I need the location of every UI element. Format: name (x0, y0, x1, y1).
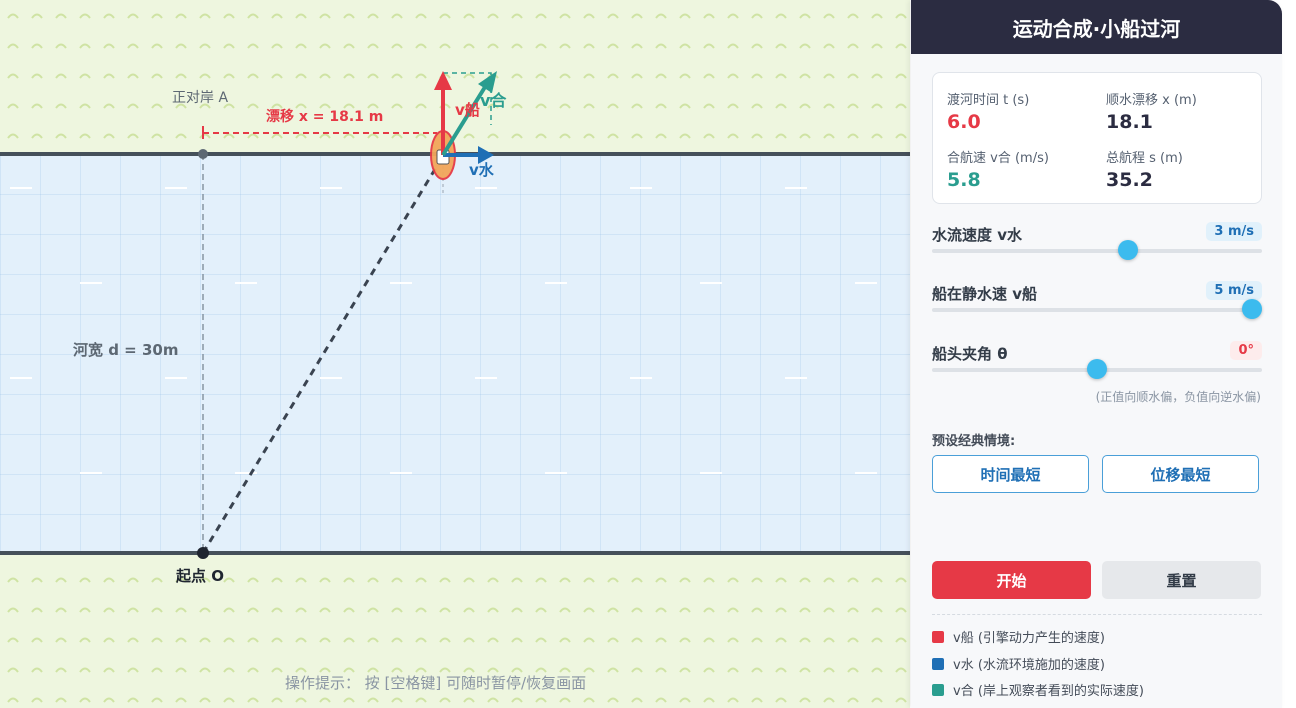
legend-divider (932, 614, 1262, 615)
stat-time-value: 6.0 (947, 111, 981, 133)
start-button[interactable]: 开始 (932, 561, 1091, 599)
stat-drift-label: 顺水漂移 x (m) (1106, 93, 1197, 108)
v-water-label: v水 (469, 161, 494, 179)
water-speed-slider[interactable] (932, 249, 1262, 253)
water-speed-slider-thumb[interactable] (1118, 240, 1138, 260)
drift-label: 漂移 x = 18.1 m (266, 109, 384, 125)
control-panel: 运动合成·小船过河 渡河时间 t (s) 6.0 顺水漂移 x (m) 18.1… (911, 0, 1282, 708)
stat-path-value: 35.2 (1106, 169, 1153, 191)
preset-shortest-path-button[interactable]: 位移最短 (1102, 455, 1259, 493)
v-boat-arrowhead (434, 71, 452, 90)
point-a-marker (198, 149, 208, 159)
opposite-point-label: 正对岸 A (172, 90, 229, 106)
angle-label: 船头夹角 θ (932, 345, 1008, 363)
angle-note: (正值向顺水偏，负值向逆水偏) (1095, 390, 1261, 404)
angle-slider-thumb[interactable] (1087, 359, 1107, 379)
water-speed-badge: 3 m/s (1206, 222, 1262, 241)
keyboard-hint: 操作提示： 按 [空格键] 可随时暂停/恢复画面 (285, 674, 587, 692)
legend-swatch (932, 630, 944, 643)
stat-drift: 顺水漂移 x (m) 18.1 (1106, 89, 1197, 133)
legend-v-water: v水 (水流环境施加的速度) (932, 654, 1105, 673)
simulation-canvas: 正对岸 A 漂移 x = 18.1 m 河宽 d = 30m 起点 O v船 v… (0, 0, 910, 708)
trajectory-line (201, 155, 445, 554)
reset-button[interactable]: 重置 (1102, 561, 1261, 599)
boat-speed-slider[interactable] (932, 308, 1262, 312)
angle-badge: 0° (1230, 341, 1262, 360)
legend-text: v水 (水流环境施加的速度) (953, 658, 1105, 673)
v-boat-label: v船 (455, 101, 480, 119)
stat-drift-value: 18.1 (1106, 111, 1153, 133)
water-speed-label: 水流速度 v水 (932, 226, 1023, 244)
legend-swatch (932, 683, 944, 696)
boat-speed-slider-thumb[interactable] (1242, 299, 1262, 319)
boat-speed-badge: 5 m/s (1206, 281, 1262, 300)
river-width-label: 河宽 d = 30m (73, 341, 179, 359)
preset-title: 预设经典情境: (932, 434, 1016, 449)
legend-swatch (932, 657, 944, 670)
legend-v-result: v合 (岸上观察者看到的实际速度) (932, 680, 1144, 699)
stat-path-label: 总航程 s (m) (1106, 151, 1183, 166)
stat-speed: 合航速 v合 (m/s) 5.8 (947, 147, 1049, 191)
legend-text: v船 (引擎动力产生的速度) (953, 631, 1105, 646)
legend-v-boat: v船 (引擎动力产生的速度) (932, 627, 1105, 646)
preset-shortest-time-button[interactable]: 时间最短 (932, 455, 1089, 493)
point-o-marker (197, 547, 209, 559)
v-result-arrow (441, 85, 487, 157)
stat-time: 渡河时间 t (s) 6.0 (947, 89, 1029, 133)
stat-speed-value: 5.8 (947, 169, 981, 191)
stat-time-label: 渡河时间 t (s) (947, 93, 1030, 108)
v-result-label: v合 (480, 91, 507, 110)
start-point-label: 起点 O (176, 567, 224, 585)
stats-card: 渡河时间 t (s) 6.0 顺水漂移 x (m) 18.1 合航速 v合 (m… (932, 72, 1262, 204)
stat-path: 总航程 s (m) 35.2 (1106, 147, 1183, 191)
legend-text: v合 (岸上观察者看到的实际速度) (953, 684, 1144, 699)
boat-speed-label: 船在静水速 v船 (932, 285, 1038, 303)
stat-speed-label: 合航速 v合 (m/s) (947, 151, 1049, 166)
panel-title: 运动合成·小船过河 (911, 0, 1282, 54)
